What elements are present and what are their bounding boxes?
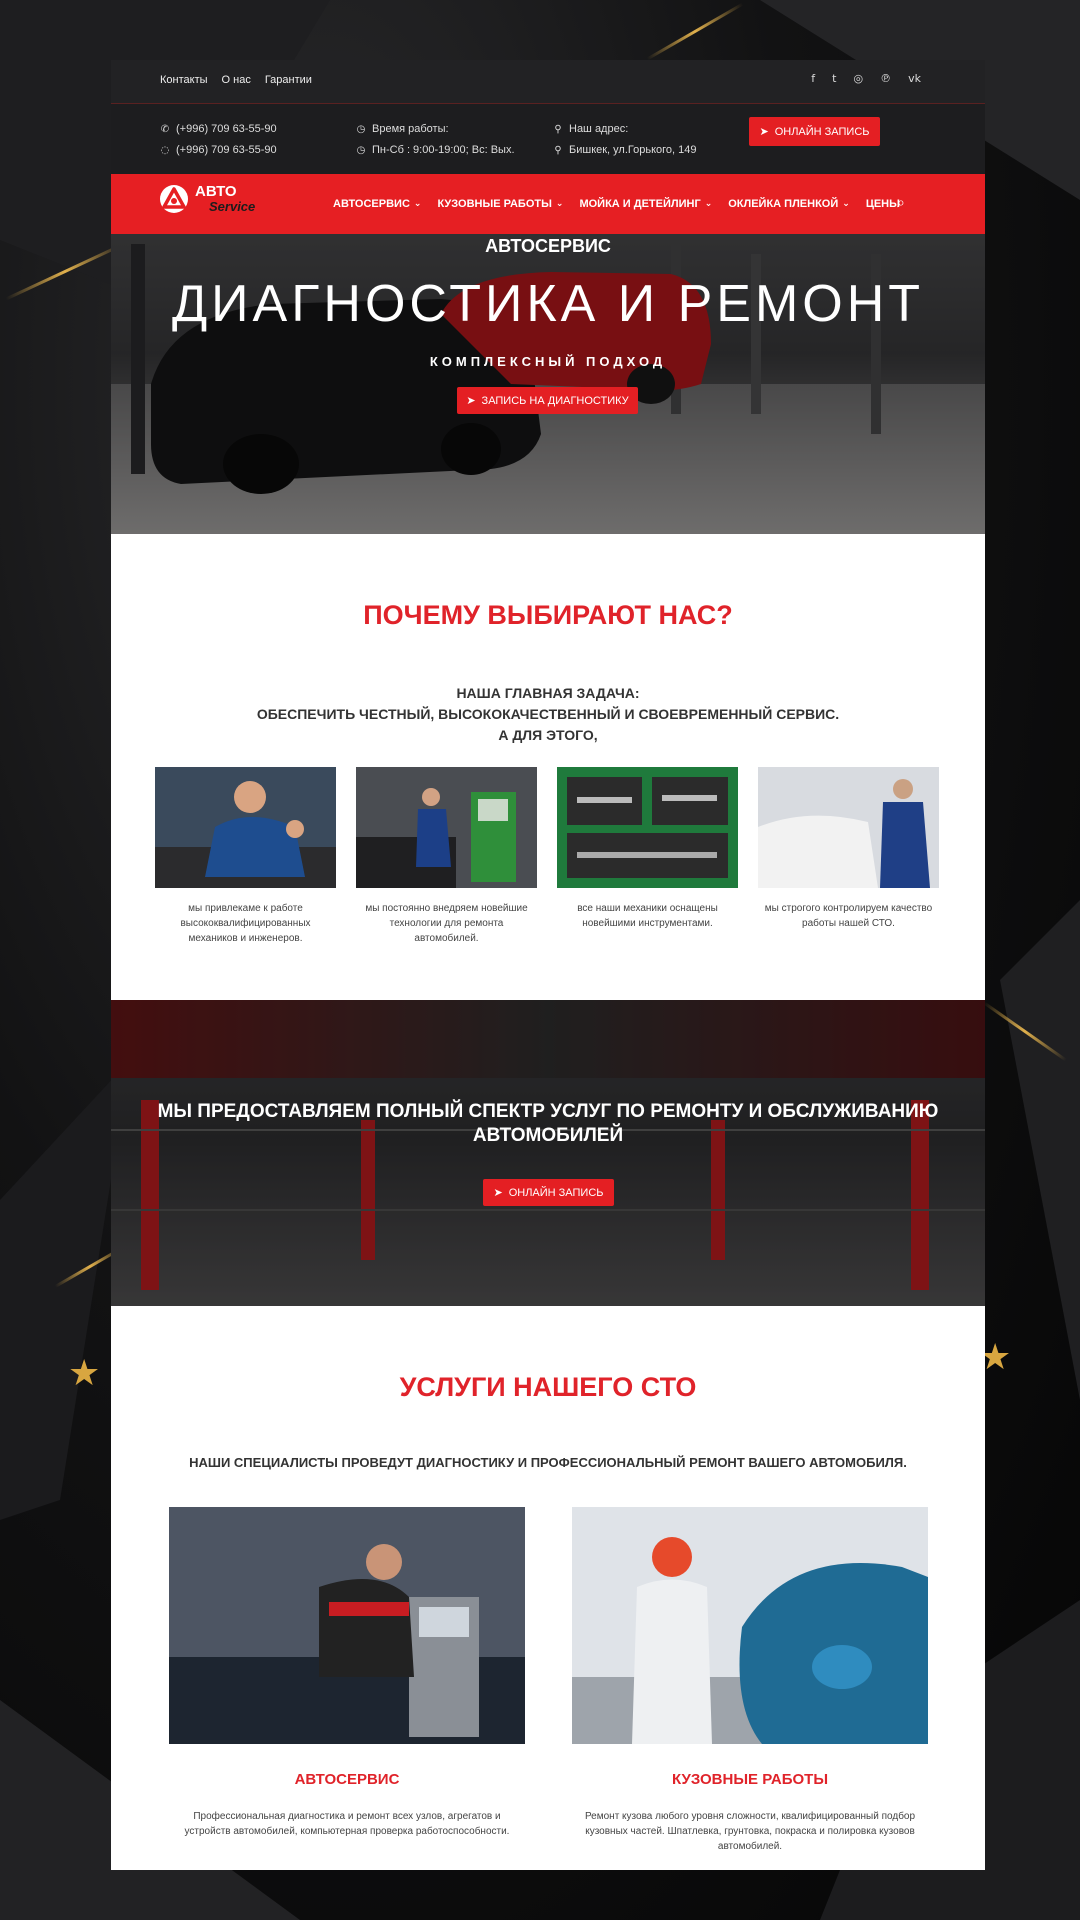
nav-label: АВТОСЕРВИС [333, 198, 410, 210]
services-banner: МЫ ПРЕДОСТАВЛЯЕМ ПОЛНЫЙ СПЕКТР УСЛУГ ПО … [111, 1000, 985, 1306]
mission-line: ОБЕСПЕЧИТЬ ЧЕСТНЫЙ, ВЫСОКОКАЧЕСТВЕННЫЙ И… [256, 706, 840, 722]
main-navbar: АВТО Service АВТОСЕРВИС ⌄ КУЗОВНЫЕ РАБОТЫ… [111, 174, 985, 234]
logo-text-service: Service [209, 199, 256, 214]
map-pin-icon: ⚲ [554, 124, 562, 135]
mechanic-thumbs-up-photo [155, 767, 336, 888]
top-bar: Контакты О нас Гарантии f t ◎ ℗ vk [111, 60, 985, 104]
banner-title: МЫ ПРЕДОСТАВЛЯЕМ ПОЛНЫЙ СПЕКТР УСЛУГ ПО … [157, 1101, 939, 1146]
hero-section: АВТОСЕРВИС ДИАГНОСТИКА И РЕМОНТ КОМПЛЕКС… [111, 234, 985, 534]
nav-label: КУЗОВНЫЕ РАБОТЫ [437, 198, 552, 210]
hours-value: Пн-Сб : 9:00-19:00; Вс: Вых. [372, 144, 515, 156]
address-block: ⚲ Наш адрес: ⚲ Бишкек, ул.Горького, 149 [553, 119, 697, 161]
banner-booking-button[interactable]: ➤ ОНЛАЙН ЗАПИСЬ [483, 1179, 614, 1206]
why-us-section: ПОЧЕМУ ВЫБИРАЮТ НАС? НАША ГЛАВНАЯ ЗАДАЧА… [111, 534, 985, 1000]
advantage-caption: все наши механики оснащены новейшими инс… [577, 903, 718, 929]
services-section: УСЛУГИ НАШЕГО СТО НАШИ СПЕЦИАЛИСТЫ ПРОВЕ… [111, 1306, 985, 1870]
chevron-down-icon: ⌄ [555, 199, 564, 209]
advantage-card: мы строгого контролируем качество работы… [758, 767, 939, 946]
nav-item-prices[interactable]: ЦЕНЫ [866, 198, 900, 210]
diagnostics-booking-button[interactable]: ➤ ЗАПИСЬ НА ДИАГНОСТИКУ [457, 387, 638, 414]
service-title: КУЗОВНЫЕ РАБОТЫ [671, 1771, 829, 1788]
top-link-contacts[interactable]: Контакты [160, 74, 208, 86]
address-label: Наш адрес: [569, 123, 629, 135]
twitter-icon[interactable]: t [832, 72, 836, 85]
social-links: f t ◎ ℗ vk [811, 72, 921, 85]
pinterest-icon[interactable]: ℗ [880, 72, 891, 85]
hours-label: Время работы: [372, 123, 449, 135]
mission-line: А ДЛЯ ЭТОГО, [498, 727, 598, 743]
service-card-autoservice[interactable]: АВТОСЕРВИС Профессиональная диагностика … [169, 1507, 525, 1839]
clock-icon: ◷ [356, 145, 366, 156]
quality-control-photo [758, 767, 939, 888]
diagnostics-booking-label: ЗАПИСЬ НА ДИАГНОСТИКУ [481, 394, 629, 407]
section-title: УСЛУГИ НАШЕГО СТО [399, 1372, 697, 1402]
mission-line: НАША ГЛАВНАЯ ЗАДАЧА: [456, 685, 640, 701]
mission-text: НАША ГЛАВНАЯ ЗАДАЧА: ОБЕСПЕЧИТЬ ЧЕСТНЫЙ,… [111, 683, 985, 746]
clock-icon: ◷ [356, 124, 366, 135]
body-works-photo [572, 1507, 928, 1744]
top-links: Контакты О нас Гарантии [160, 74, 312, 86]
advantage-caption: мы строгого контролируем качество работы… [764, 903, 933, 929]
service-title: АВТОСЕРВИС [294, 1771, 400, 1788]
nav-item-film-wrapping[interactable]: ОКЛЕЙКА ПЛЕНКОЙ ⌄ [728, 198, 850, 210]
nav-label: ЦЕНЫ [865, 198, 900, 210]
hero-subtitle: КОМПЛЕКСНЫЙ ПОДХОД [429, 354, 667, 369]
advantages-list: мы привлекаме к работе высококвалифициро… [155, 767, 939, 946]
advantage-card: мы постоянно внедряем новейшие технологи… [356, 767, 537, 946]
hero-kicker: АВТОСЕРВИС [485, 236, 611, 256]
main-menu: АВТОСЕРВИС ⌄ КУЗОВНЫЕ РАБОТЫ ⌄ МОЙКА И ДЕТ… [333, 198, 900, 210]
phones-block: ✆ (+996) 709 63-55-90 ◌ (+996) 709 63-55-9… [160, 119, 277, 161]
online-booking-label: ОНЛАЙН ЗАПИСЬ [774, 125, 870, 138]
vk-icon[interactable]: vk [908, 72, 921, 85]
chevron-down-icon: ⌄ [413, 199, 422, 209]
tool-kit-photo [557, 767, 738, 888]
gold-ribbon [983, 1001, 1067, 1062]
nav-item-autoservice[interactable]: АВТОСЕРВИС ⌄ [333, 198, 421, 210]
instagram-icon[interactable]: ◎ [854, 72, 864, 85]
paper-plane-icon: ➤ [759, 125, 769, 138]
services-lead: НАШИ СПЕЦИАЛИСТЫ ПРОВЕДУТ ДИАГНОСТИКУ И … [189, 1455, 907, 1470]
advantage-card: все наши механики оснащены новейшими инс… [557, 767, 738, 946]
gold-star-icon: ★ [68, 1353, 101, 1394]
whatsapp-icon: ◌ [160, 145, 170, 156]
advantage-caption: мы постоянно внедряем новейшие технологи… [365, 903, 528, 944]
gold-ribbon [646, 2, 744, 61]
website-mockup: Контакты О нас Гарантии f t ◎ ℗ vk ✆ (+99… [111, 60, 985, 1870]
whatsapp-number[interactable]: (+996) 709 63-55-90 [176, 140, 277, 161]
service-description: Профессиональная диагностика и ремонт вс… [184, 1811, 510, 1837]
facebook-icon[interactable]: f [811, 72, 815, 85]
advantage-caption: мы привлекаме к работе высококвалифициро… [180, 903, 311, 944]
advantage-card: мы привлекаме к работе высококвалифициро… [155, 767, 336, 946]
phone-number[interactable]: (+996) 709 63-55-90 [176, 119, 277, 140]
logo[interactable]: АВТО Service [159, 184, 255, 214]
online-booking-button[interactable]: ➤ ОНЛАЙН ЗАПИСЬ [749, 117, 880, 146]
chevron-down-icon: ⌄ [842, 199, 850, 209]
service-description: Ремонт кузова любого уровня сложности, к… [584, 1811, 916, 1852]
nav-item-wash-detailing[interactable]: МОЙКА И ДЕТЕЙЛИНГ ⌄ [579, 198, 712, 210]
hero-title: ДИАГНОСТИКА И РЕМОНТ [171, 275, 925, 333]
top-link-guarantees[interactable]: Гарантии [265, 74, 312, 86]
paper-plane-icon: ➤ [493, 1186, 503, 1199]
nav-label: МОЙКА И ДЕТЕЙЛИНГ [579, 198, 701, 210]
logo-text-auto: АВТО [195, 183, 237, 200]
search-icon[interactable]: ⌕ [897, 195, 905, 211]
map-pin-icon: ⚲ [554, 145, 562, 156]
hours-block: ◷ Время работы: ◷ Пн-Сб : 9:00-19:00; Вс: … [356, 119, 515, 161]
contact-info-bar: ✆ (+996) 709 63-55-90 ◌ (+996) 709 63-55-9… [111, 104, 985, 174]
paper-plane-icon: ➤ [466, 394, 476, 407]
logo-triangle-icon [160, 185, 188, 213]
service-card-body-works[interactable]: КУЗОВНЫЕ РАБОТЫ Ремонт кузова любого уро… [572, 1507, 928, 1854]
nav-label: ОКЛЕЙКА ПЛЕНКОЙ [728, 198, 839, 210]
address-value: Бишкек, ул.Горького, 149 [569, 144, 697, 156]
banner-booking-label: ОНЛАЙН ЗАПИСЬ [508, 1186, 604, 1199]
nav-item-body-works[interactable]: КУЗОВНЫЕ РАБОТЫ ⌄ [437, 198, 563, 210]
top-link-about[interactable]: О нас [222, 74, 251, 86]
autoservice-photo [169, 1507, 525, 1744]
chevron-down-icon: ⌄ [704, 199, 713, 209]
banner-overlay [111, 1000, 985, 1306]
diagnostic-equipment-photo [356, 767, 537, 888]
gold-ribbon [5, 242, 125, 301]
section-title: ПОЧЕМУ ВЫБИРАЮТ НАС? [363, 600, 733, 630]
phone-icon: ✆ [160, 124, 170, 135]
